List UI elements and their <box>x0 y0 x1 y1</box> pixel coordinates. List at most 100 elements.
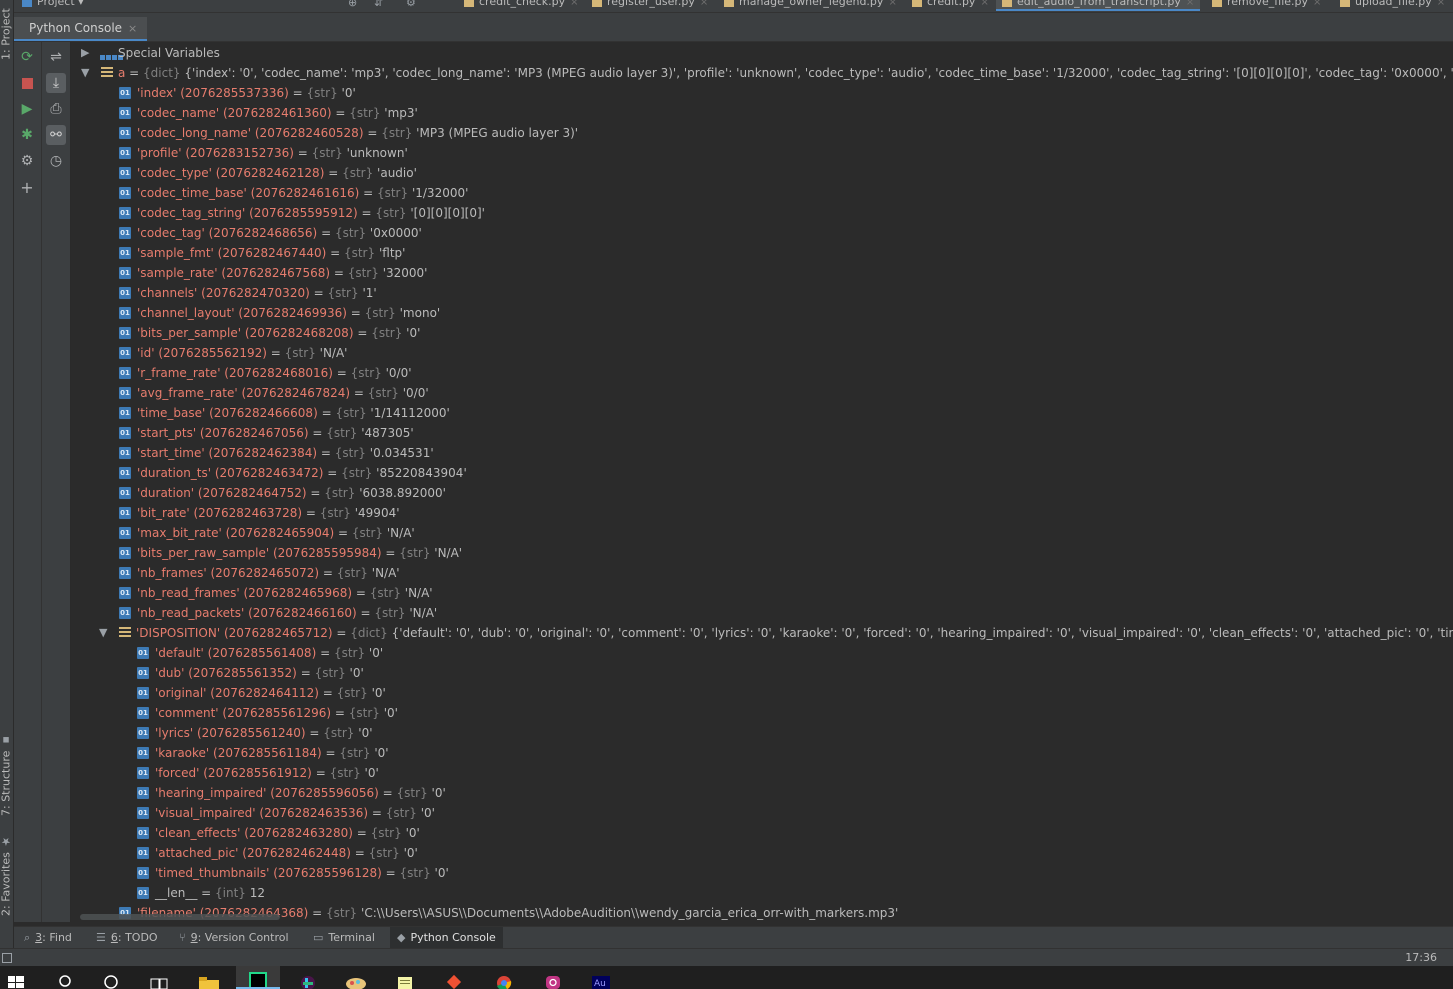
windows-start-icon[interactable] <box>5 974 27 989</box>
tree-row-disposition[interactable]: ▼ 'DISPOSITION' (2076282465712) = {dict} … <box>71 623 1453 643</box>
history-icon[interactable]: ◷ <box>46 151 66 171</box>
project-dropdown[interactable]: Project ▾ <box>22 0 84 8</box>
cortana-icon[interactable] <box>100 974 122 989</box>
expanded-arrow-icon[interactable]: ▼ <box>81 63 93 83</box>
tree-row[interactable]: 01 'index' (2076285537336) = {str} '0' <box>71 83 1453 103</box>
tree-row[interactable]: 01 'r_frame_rate' (2076282468016) = {str}… <box>71 363 1453 383</box>
collapse-icon[interactable]: ⇵ <box>374 0 383 9</box>
tree-row[interactable]: 01 'sample_rate' (2076282467568) = {str} … <box>71 263 1453 283</box>
tree-row[interactable]: 01 'start_time' (2076282462384) = {str} '… <box>71 443 1453 463</box>
add-icon[interactable]: + <box>17 177 37 197</box>
stop-icon[interactable] <box>17 73 37 93</box>
collapsed-arrow-icon[interactable]: ▶ <box>81 43 93 63</box>
tree-row[interactable]: 01 'channel_layout' (2076282469936) = {st… <box>71 303 1453 323</box>
todo-tool-button[interactable]: ☰ 6: TODO <box>89 927 165 949</box>
tree-row[interactable]: 01 'time_base' (2076282466608) = {str} '1… <box>71 403 1453 423</box>
tree-row[interactable]: 01 'karaoke' (2076285561184) = {str} '0' <box>71 743 1453 763</box>
tree-row[interactable]: 01 'channels' (2076282470320) = {str} '1' <box>71 283 1453 303</box>
tree-row[interactable]: 01 'lyrics' (2076285561240) = {str} '0' <box>71 723 1453 743</box>
search-icon[interactable] <box>55 974 77 989</box>
tree-row[interactable]: 01 'bit_rate' (2076282463728) = {str} '49… <box>71 503 1453 523</box>
close-icon[interactable]: × <box>128 22 137 35</box>
close-icon[interactable]: × <box>700 0 708 8</box>
instagram-icon[interactable] <box>542 974 564 989</box>
tree-row[interactable]: 01 'hearing_impaired' (2076285596056) = {… <box>71 783 1453 803</box>
tree-row[interactable]: 01 'default' (2076285561408) = {str} '0' <box>71 643 1453 663</box>
structure-tool-button[interactable]: 7: Structure ▪ <box>0 734 13 816</box>
tree-row[interactable]: 01 'bits_per_sample' (2076282468208) = {s… <box>71 323 1453 343</box>
python-console-tool-button[interactable]: ◆ Python Console <box>390 927 503 949</box>
tree-row[interactable]: 01 'id' (2076285562192) = {str} 'N/A' <box>71 343 1453 363</box>
tree-row[interactable]: 01 'attached_pic' (2076282462448) = {str}… <box>71 843 1453 863</box>
tree-row[interactable]: 01 'avg_frame_rate' (2076282467824) = {st… <box>71 383 1453 403</box>
tree-row[interactable]: 01 'timed_thumbnails' (2076285596128) = {… <box>71 863 1453 883</box>
tree-row[interactable]: 01 'dub' (2076285561352) = {str} '0' <box>71 663 1453 683</box>
editor-tab-active[interactable]: edit_audio_from_transcript.py × <box>996 0 1201 11</box>
tree-row[interactable]: 01 'visual_impaired' (2076282463536) = {s… <box>71 803 1453 823</box>
close-icon[interactable]: × <box>1313 0 1321 8</box>
tree-row[interactable]: 01 'sample_fmt' (2076282467440) = {str} '… <box>71 243 1453 263</box>
tree-row[interactable]: 01 'codec_type' (2076282462128) = {str} '… <box>71 163 1453 183</box>
editor-tab[interactable]: remove_file.py × <box>1212 0 1321 8</box>
gear-icon[interactable]: ⚙ <box>406 0 416 9</box>
tree-row[interactable]: 01 'max_bit_rate' (2076282465904) = {str}… <box>71 523 1453 543</box>
tree-row[interactable]: 01 'codec_tag_string' (2076285595912) = {… <box>71 203 1453 223</box>
expanded-arrow-icon[interactable]: ▼ <box>99 623 111 643</box>
version-control-tool-button[interactable]: ⑂ 9: Version Control <box>172 927 296 949</box>
tree-row[interactable]: 01 'codec_long_name' (2076282460528) = {s… <box>71 123 1453 143</box>
tree-row[interactable]: 01 'clean_effects' (2076282463280) = {str… <box>71 823 1453 843</box>
adobe-audition-icon[interactable]: Au <box>590 974 612 989</box>
print-icon[interactable]: ⎙ <box>46 99 66 119</box>
close-icon[interactable]: × <box>1437 0 1445 8</box>
tree-row[interactable]: 01 'comment' (2076285561296) = {str} '0' <box>71 703 1453 723</box>
tab-python-console[interactable]: Python Console × <box>14 17 148 41</box>
close-icon[interactable]: × <box>888 0 896 8</box>
chrome-icon[interactable] <box>493 974 515 989</box>
tree-row[interactable]: 01 'codec_time_base' (2076282461616) = {s… <box>71 183 1453 203</box>
task-view-icon[interactable] <box>148 974 170 989</box>
tree-row[interactable]: 01 'start_pts' (2076282467056) = {str} '4… <box>71 423 1453 443</box>
close-icon[interactable]: × <box>980 0 988 8</box>
variables-tree[interactable]: ▶ Special Variables ▼ a = {dict} {'index': … <box>71 42 1453 922</box>
notepad-icon[interactable] <box>394 974 416 989</box>
editor-tab[interactable]: credit_check.py × <box>464 0 579 8</box>
tree-row[interactable]: 01 'bits_per_raw_sample' (2076285595984) … <box>71 543 1453 563</box>
scroll-to-end-icon[interactable]: ⤓ <box>46 73 66 93</box>
tree-row[interactable]: 01 'codec_tag' (2076282468656) = {str} '0… <box>71 223 1453 243</box>
globe-icon[interactable]: ⊕ <box>348 0 357 9</box>
project-tool-button[interactable]: 1: Project▪ <box>0 0 13 60</box>
editor-tab[interactable]: credit.py × <box>912 0 989 8</box>
run-icon[interactable]: ▶ <box>17 99 37 119</box>
tree-row[interactable]: 01 'nb_read_packets' (2076282466160) = {s… <box>71 603 1453 623</box>
tree-row[interactable]: 01 'nb_read_frames' (2076282465968) = {st… <box>71 583 1453 603</box>
tree-row-dict-a[interactable]: ▼ a = {dict} {'index': '0', 'codec_name':… <box>71 63 1453 83</box>
editor-tab[interactable]: upload_file.py × <box>1340 0 1445 8</box>
favorites-tool-button[interactable]: 2: Favorites ★ <box>0 835 13 916</box>
slack-icon[interactable] <box>297 974 319 989</box>
tree-row[interactable]: 01 'codec_name' (2076282461360) = {str} '… <box>71 103 1453 123</box>
tree-row[interactable]: 01 'duration' (2076282464752) = {str} '60… <box>71 483 1453 503</box>
close-icon[interactable]: × <box>570 0 578 8</box>
settings-icon[interactable]: ⚙ <box>17 151 37 171</box>
git-icon[interactable] <box>443 974 465 989</box>
tool-window-toggle-icon[interactable] <box>2 953 12 963</box>
file-explorer-icon[interactable] <box>198 974 220 989</box>
tree-row[interactable]: 01 'nb_frames' (2076282465072) = {str} 'N… <box>71 563 1453 583</box>
rerun-icon[interactable]: ⟳ <box>17 47 37 67</box>
tree-row[interactable]: 01 'original' (2076282464112) = {str} '0' <box>71 683 1453 703</box>
tree-row-special-variables[interactable]: ▶ Special Variables <box>71 43 1453 63</box>
tree-row[interactable]: 01 'forced' (2076285561912) = {str} '0' <box>71 763 1453 783</box>
soft-wrap-icon[interactable]: ⇌ <box>46 47 66 67</box>
debug-icon[interactable]: ✱ <box>17 125 37 145</box>
tree-row-len[interactable]: 01 __len__ = {int} 12 <box>71 883 1453 903</box>
paint-icon[interactable] <box>345 974 367 989</box>
tree-row[interactable]: 01 'duration_ts' (2076282463472) = {str} … <box>71 463 1453 483</box>
close-icon[interactable]: × <box>1186 0 1194 8</box>
editor-tab[interactable]: manage_owner_legend.py × <box>724 0 897 8</box>
find-tool-button[interactable]: ⌕ 3: Find <box>17 927 79 949</box>
terminal-tool-button[interactable]: ▭ Terminal <box>306 927 382 949</box>
pycharm-icon[interactable] <box>236 966 280 989</box>
editor-tab[interactable]: register_user.py × <box>592 0 708 8</box>
show-variables-icon[interactable]: ⚯ <box>46 125 66 145</box>
horizontal-scrollbar[interactable] <box>80 914 280 920</box>
